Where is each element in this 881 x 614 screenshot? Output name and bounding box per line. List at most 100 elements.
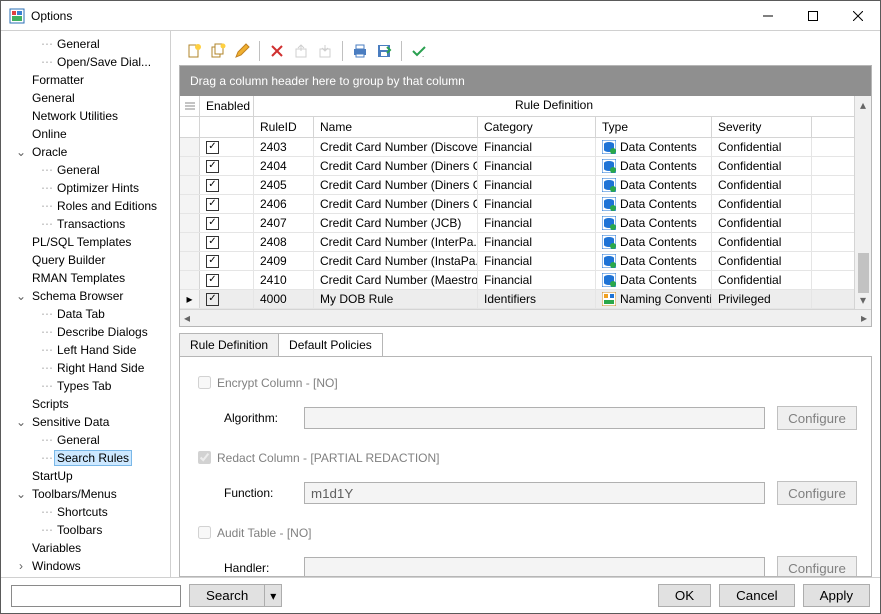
tree-item[interactable]: ⋯Types Tab (1, 377, 170, 395)
tree-item[interactable]: ›Windows (1, 557, 170, 575)
tree-item[interactable]: Online (1, 125, 170, 143)
tree-item[interactable]: ⋯Roles and Editions (1, 197, 170, 215)
copy-icon[interactable] (207, 40, 229, 62)
search-input[interactable] (11, 585, 181, 607)
tab-default-policies[interactable]: Default Policies (278, 333, 383, 356)
tree-item[interactable]: Variables (1, 539, 170, 557)
cancel-button[interactable]: Cancel (719, 584, 795, 607)
table-row[interactable]: ✓2404Credit Card Number (Diners C...Fina… (180, 157, 854, 176)
search-button[interactable]: Search (189, 584, 264, 607)
tree-item[interactable]: ⋯Data Tab (1, 305, 170, 323)
cell-enabled[interactable]: ✓ (200, 252, 254, 270)
ok-button[interactable]: OK (658, 584, 711, 607)
import-icon[interactable] (314, 40, 336, 62)
edit-icon[interactable] (231, 40, 253, 62)
tab-rule-definition[interactable]: Rule Definition (179, 333, 279, 356)
tree-item[interactable]: ⋯General (1, 35, 170, 53)
function-configure-button[interactable]: Configure (777, 481, 857, 505)
row-indicator-header[interactable] (180, 96, 200, 116)
tree-item[interactable]: ⌄Sensitive Data (1, 413, 170, 431)
column-header-severity[interactable]: Severity (712, 117, 812, 137)
cell-enabled[interactable]: ✓ (200, 176, 254, 194)
tree-item[interactable]: ⋯Optimizer Hints (1, 179, 170, 197)
tree-item[interactable]: StartUp (1, 467, 170, 485)
checkbox-icon[interactable]: ✓ (206, 274, 219, 287)
nav-tree[interactable]: ⋯General⋯Open/Save Dial...FormatterGener… (1, 31, 171, 577)
tree-item[interactable]: ⌄Schema Browser (1, 287, 170, 305)
table-row[interactable]: ✓2405Credit Card Number (Diners C...Fina… (180, 176, 854, 195)
table-row[interactable]: ✓2407Credit Card Number (JCB)FinancialDa… (180, 214, 854, 233)
tree-twisty-icon[interactable]: ⌄ (15, 145, 27, 159)
column-header-ruleid[interactable]: RuleID (254, 117, 314, 137)
tree-item[interactable]: RMAN Templates (1, 269, 170, 287)
search-dropdown[interactable]: ▾ (264, 584, 282, 607)
group-by-hint[interactable]: Drag a column header here to group by th… (180, 66, 871, 96)
column-header-type[interactable]: Type (596, 117, 712, 137)
checkbox-icon[interactable]: ✓ (206, 293, 219, 306)
maximize-button[interactable] (790, 1, 835, 30)
tree-item[interactable]: ⋯Open/Save Dial... (1, 53, 170, 71)
algorithm-configure-button[interactable]: Configure (777, 406, 857, 430)
column-header-enabled[interactable]: Enabled (200, 96, 254, 116)
checkbox-icon[interactable]: ✓ (206, 217, 219, 230)
tree-twisty-icon[interactable]: ⌄ (15, 415, 27, 429)
tree-item[interactable]: ⋯Describe Dialogs (1, 323, 170, 341)
checkbox-icon[interactable]: ✓ (206, 141, 219, 154)
tree-item[interactable]: ⋯Shortcuts (1, 503, 170, 521)
table-row[interactable]: ✓2406Credit Card Number (Diners C...Fina… (180, 195, 854, 214)
tree-item[interactable]: ⋯Transactions (1, 215, 170, 233)
export-icon[interactable] (290, 40, 312, 62)
tree-item[interactable]: Network Utilities (1, 107, 170, 125)
tree-twisty-icon[interactable]: ⌄ (15, 289, 27, 303)
tree-item[interactable]: ⌄Oracle (1, 143, 170, 161)
cell-enabled[interactable]: ✓ (200, 290, 254, 308)
column-header-category[interactable]: Category (478, 117, 596, 137)
tree-item[interactable]: Query Builder (1, 251, 170, 269)
tree-item[interactable]: ⋯General (1, 161, 170, 179)
tree-item[interactable]: PL/SQL Templates (1, 233, 170, 251)
tree-item[interactable]: Scripts (1, 395, 170, 413)
cell-enabled[interactable]: ✓ (200, 271, 254, 289)
tree-item[interactable]: General (1, 89, 170, 107)
audit-table-checkbox[interactable]: Audit Table - [NO] (194, 523, 312, 542)
tree-item[interactable]: ⋯Right Hand Side (1, 359, 170, 377)
checkbox-icon[interactable]: ✓ (206, 179, 219, 192)
column-header-name[interactable]: Name (314, 117, 478, 137)
apply-icon[interactable]: . (408, 40, 430, 62)
grid-horizontal-scrollbar[interactable]: ◂▸ (180, 309, 871, 326)
table-row[interactable]: ✓2408Credit Card Number (InterPa...Finan… (180, 233, 854, 252)
encrypt-column-checkbox[interactable]: Encrypt Column - [NO] (194, 373, 338, 392)
checkbox-icon[interactable]: ✓ (206, 255, 219, 268)
tree-item[interactable]: ⌄Toolbars/Menus (1, 485, 170, 503)
cell-enabled[interactable]: ✓ (200, 138, 254, 156)
tree-twisty-icon[interactable]: ⌄ (15, 487, 27, 501)
print-icon[interactable] (349, 40, 371, 62)
cell-enabled[interactable]: ✓ (200, 214, 254, 232)
table-row[interactable]: ✓2403Credit Card Number (Discover)Financ… (180, 138, 854, 157)
new-icon[interactable] (183, 40, 205, 62)
checkbox-icon[interactable]: ✓ (206, 198, 219, 211)
save-icon[interactable] (373, 40, 395, 62)
checkbox-icon[interactable]: ✓ (206, 236, 219, 249)
cell-enabled[interactable]: ✓ (200, 157, 254, 175)
cell-enabled[interactable]: ✓ (200, 195, 254, 213)
tree-item[interactable]: ⋯Search Rules (1, 449, 170, 467)
close-button[interactable] (835, 1, 880, 30)
checkbox-icon[interactable]: ✓ (206, 160, 219, 173)
table-row[interactable]: ✓2410Credit Card Number (Maestro...Finan… (180, 271, 854, 290)
delete-icon[interactable] (266, 40, 288, 62)
handler-configure-button[interactable]: Configure (777, 556, 857, 577)
minimize-button[interactable] (745, 1, 790, 30)
grid-vertical-scrollbar[interactable]: ▴ ▾ (854, 96, 871, 309)
tree-twisty-icon[interactable]: › (15, 559, 27, 573)
table-row[interactable]: ✓2409Credit Card Number (InstaPa...Finan… (180, 252, 854, 271)
tree-item[interactable]: ⋯Left Hand Side (1, 341, 170, 359)
tree-item[interactable]: ⋯General (1, 431, 170, 449)
tree-item[interactable]: Formatter (1, 71, 170, 89)
apply-button[interactable]: Apply (803, 584, 870, 607)
redact-column-checkbox[interactable]: Redact Column - [PARTIAL REDACTION] (194, 448, 440, 467)
grid-body[interactable]: ✓2403Credit Card Number (Discover)Financ… (180, 138, 854, 309)
table-row[interactable]: ▸✓4000My DOB RuleIdentifiersNaming Conve… (180, 290, 854, 309)
tree-item[interactable]: ⋯Toolbars (1, 521, 170, 539)
cell-enabled[interactable]: ✓ (200, 233, 254, 251)
